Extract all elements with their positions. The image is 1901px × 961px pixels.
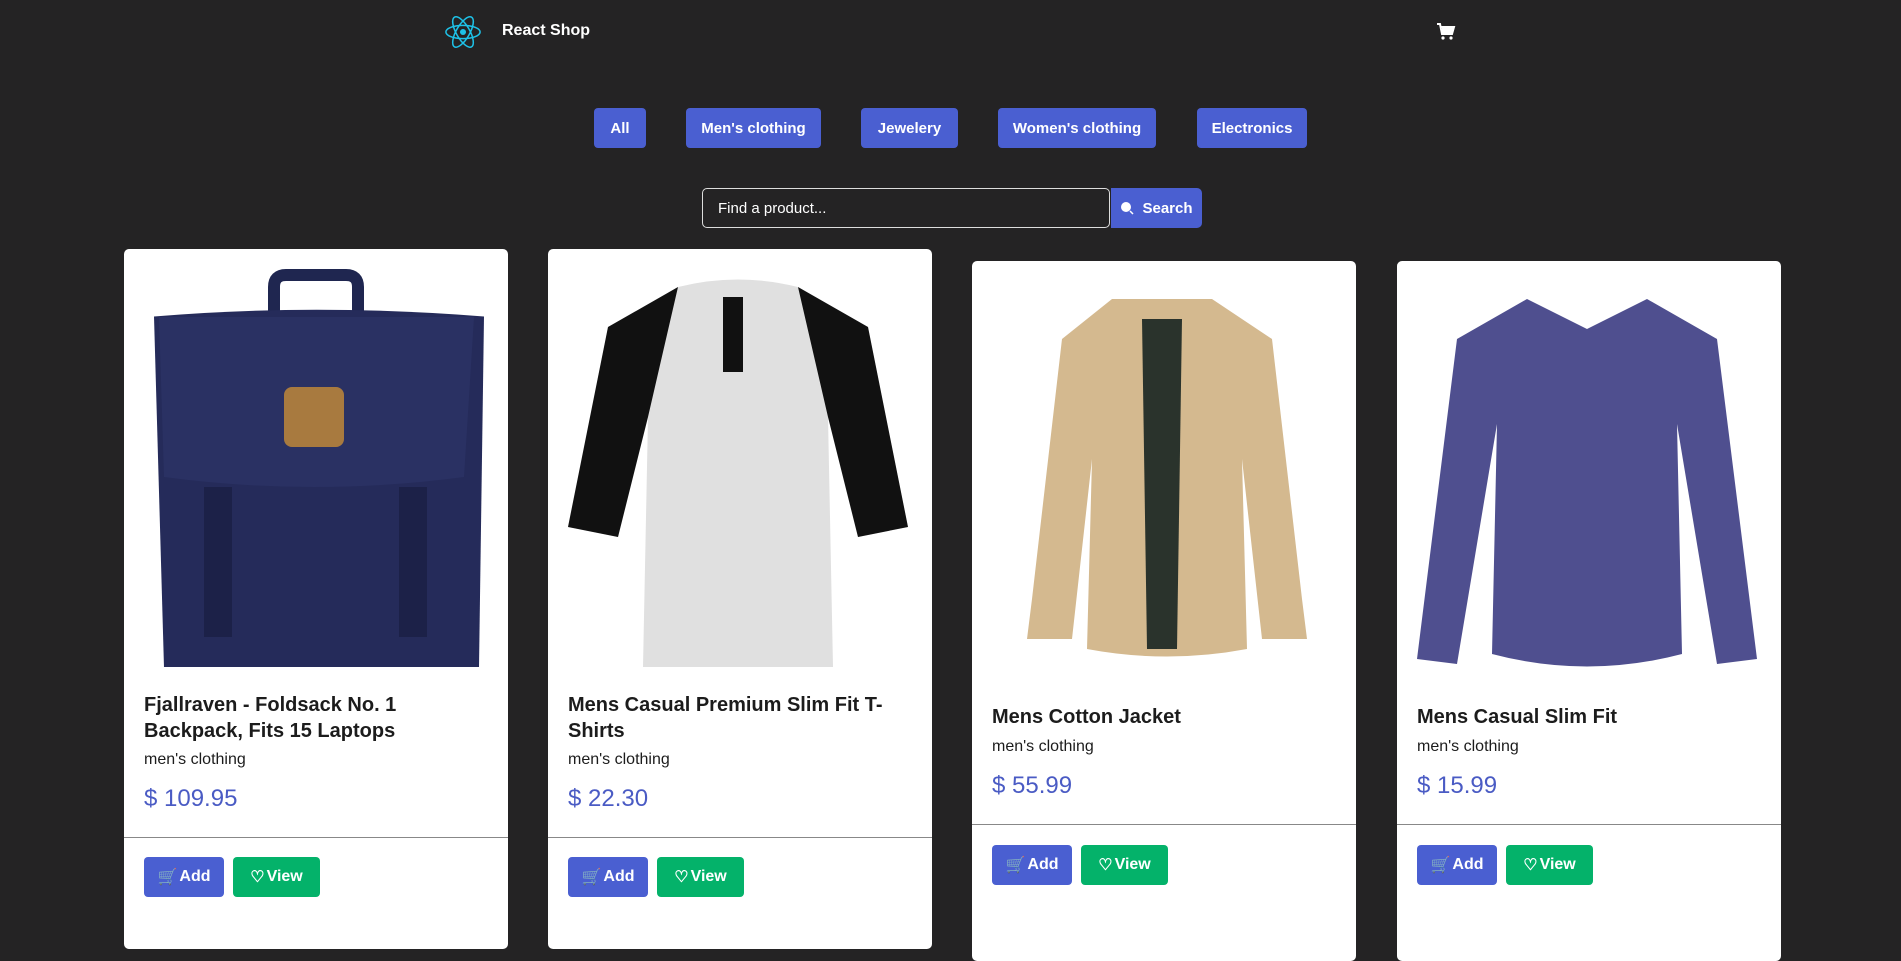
product-image-longsleeve	[1417, 299, 1757, 667]
view-label: View	[690, 868, 727, 885]
cart-icon[interactable]	[1436, 22, 1456, 42]
card-divider	[124, 837, 508, 838]
heart-icon: ♡	[1523, 857, 1538, 874]
product-category: men's clothing	[1417, 738, 1519, 755]
product-image-jacket	[1027, 299, 1307, 657]
cart-icon: 🛒	[1005, 857, 1026, 874]
product-title[interactable]: Mens Cotton Jacket	[992, 704, 1336, 730]
search-input[interactable]	[702, 188, 1110, 228]
view-product-button[interactable]: ♡ View	[233, 857, 320, 897]
heart-icon: ♡	[674, 869, 689, 886]
add-label: Add	[179, 868, 211, 885]
search-button-label: Search	[1142, 199, 1193, 217]
product-category: men's clothing	[992, 738, 1094, 755]
product-price: $ 55.99	[992, 772, 1073, 799]
add-to-cart-button[interactable]: 🛒 Add	[568, 857, 648, 897]
add-to-cart-button[interactable]: 🛒 Add	[144, 857, 224, 897]
card-divider	[1397, 824, 1781, 825]
category-womens-clothing-button[interactable]: Women's clothing	[998, 108, 1156, 148]
view-product-button[interactable]: ♡ View	[1506, 845, 1593, 885]
product-image-backpack	[154, 269, 484, 667]
cart-icon: 🛒	[581, 869, 602, 886]
product-title[interactable]: Fjallraven - Foldsack No. 1 Backpack, Fi…	[144, 692, 488, 744]
card-divider	[548, 837, 932, 838]
product-title[interactable]: Mens Casual Slim Fit	[1417, 704, 1761, 730]
view-product-button[interactable]: ♡ View	[657, 857, 744, 897]
product-category: men's clothing	[144, 751, 246, 768]
product-card: Mens Cotton Jacket men's clothing $ 55.9…	[972, 261, 1356, 961]
product-card: Mens Casual Premium Slim Fit T-Shirts me…	[548, 249, 932, 949]
product-category: men's clothing	[568, 751, 670, 768]
product-title[interactable]: Mens Casual Premium Slim Fit T-Shirts	[568, 692, 912, 744]
view-label: View	[1114, 856, 1151, 873]
react-logo-icon[interactable]	[443, 13, 483, 51]
category-electronics-button[interactable]: Electronics	[1197, 108, 1307, 148]
add-to-cart-button[interactable]: 🛒 Add	[992, 845, 1072, 885]
cart-icon: 🛒	[157, 869, 178, 886]
search-icon	[1121, 202, 1134, 215]
category-mens-clothing-button[interactable]: Men's clothing	[686, 108, 821, 148]
add-label: Add	[1027, 856, 1059, 873]
add-label: Add	[603, 868, 635, 885]
card-divider	[972, 824, 1356, 825]
view-label: View	[1539, 856, 1576, 873]
add-to-cart-button[interactable]: 🛒 Add	[1417, 845, 1497, 885]
view-product-button[interactable]: ♡ View	[1081, 845, 1168, 885]
category-all-button[interactable]: All	[594, 108, 646, 148]
heart-icon: ♡	[1098, 857, 1113, 874]
cart-icon: 🛒	[1430, 857, 1451, 874]
view-label: View	[266, 868, 303, 885]
brand-name[interactable]: React Shop	[502, 22, 590, 40]
heart-icon: ♡	[250, 869, 265, 886]
product-price: $ 109.95	[144, 785, 238, 812]
category-jewelery-button[interactable]: Jewelery	[861, 108, 958, 148]
product-card: Fjallraven - Foldsack No. 1 Backpack, Fi…	[124, 249, 508, 949]
add-label: Add	[1452, 856, 1484, 873]
product-card: Mens Casual Slim Fit men's clothing $ 15…	[1397, 261, 1781, 961]
product-image-tshirt	[568, 279, 908, 667]
search-button[interactable]: Search	[1111, 188, 1202, 228]
product-price: $ 22.30	[568, 785, 649, 812]
product-price: $ 15.99	[1417, 772, 1498, 799]
